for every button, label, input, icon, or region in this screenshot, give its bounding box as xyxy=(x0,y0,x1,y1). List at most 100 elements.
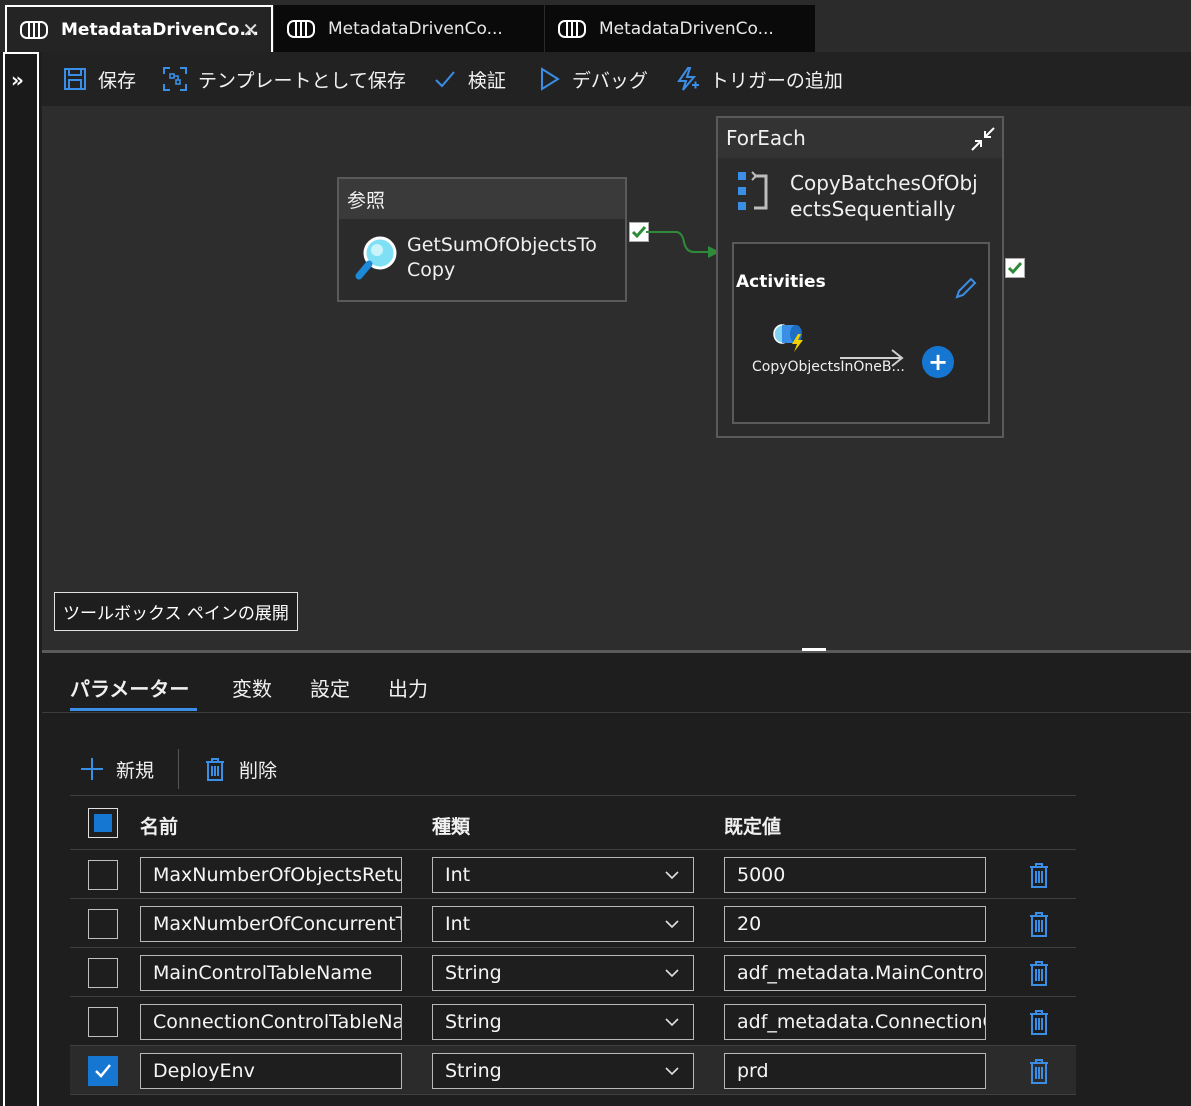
tab-variables[interactable]: 変数 xyxy=(232,673,272,702)
parameter-default-input[interactable]: adf_metadata.ConnectionCc xyxy=(724,1004,986,1040)
parameter-type-value: Int xyxy=(445,913,471,935)
parameter-type-value: String xyxy=(445,1011,502,1033)
tab-label: MetadataDrivenCo... xyxy=(328,18,503,39)
validate-button[interactable]: 検証 xyxy=(432,59,506,99)
parameter-type-value: String xyxy=(445,1060,502,1082)
tab-pipeline-2[interactable]: MetadataDrivenCo... xyxy=(274,5,544,52)
trash-icon[interactable] xyxy=(1028,1009,1050,1035)
trash-icon[interactable] xyxy=(1028,862,1050,888)
row-checkbox[interactable] xyxy=(88,909,118,939)
add-trigger-label: トリガーの追加 xyxy=(709,69,843,92)
arrow-right-icon xyxy=(840,349,904,367)
delete-parameter-button[interactable]: 削除 xyxy=(203,756,277,783)
play-icon xyxy=(540,67,560,91)
save-icon xyxy=(64,68,86,90)
tab-label: MetadataDrivenCo... xyxy=(599,18,774,39)
new-parameter-button[interactable]: 新規 xyxy=(80,756,154,783)
column-header-name: 名前 xyxy=(140,816,179,838)
parameter-type-select[interactable]: String xyxy=(432,1053,694,1089)
chevron-down-icon xyxy=(665,969,679,978)
toolbox-expand-tooltip: ツールボックス ペインの展開 xyxy=(54,592,298,631)
parameter-type-select[interactable]: String xyxy=(432,955,694,991)
success-connector-arrow[interactable] xyxy=(646,226,724,266)
tab-pipeline-1[interactable]: MetadataDrivenCo... ✕ xyxy=(5,5,273,52)
template-icon xyxy=(163,67,188,91)
tab-label: MetadataDrivenCo... xyxy=(61,19,259,40)
parameter-default-input[interactable]: 5000 xyxy=(724,857,986,893)
parameter-default-input[interactable]: adf_metadata.MainControlT xyxy=(724,955,986,991)
parameter-name-input[interactable]: MainControlTableName xyxy=(140,955,402,991)
table-row[interactable]: ConnectionControlTableNar String adf_metad… xyxy=(70,997,1076,1046)
parameter-name-input[interactable]: DeployEnv xyxy=(140,1053,402,1089)
activity-name: GetSumOfObjectsToCopy xyxy=(407,234,597,281)
parameter-type-value: String xyxy=(445,962,502,984)
table-row[interactable]: DeployEnv String prd xyxy=(70,1046,1076,1095)
parameter-type-value: Int xyxy=(445,864,471,886)
trash-icon[interactable] xyxy=(1028,960,1050,986)
row-checkbox[interactable] xyxy=(88,1056,118,1086)
pipeline-icon xyxy=(287,19,315,38)
chevron-down-icon xyxy=(665,871,679,880)
active-tab-indicator xyxy=(70,708,197,711)
parameter-type-select[interactable]: Int xyxy=(432,906,694,942)
table-row[interactable]: MainControlTableName String adf_metadata.M… xyxy=(70,948,1076,997)
pipeline-canvas[interactable]: 参照 GetSumOfObjectsToCopy ForEach CopyBat… xyxy=(42,106,1191,650)
chevron-down-icon xyxy=(665,920,679,929)
parameter-type-select[interactable]: Int xyxy=(432,857,694,893)
success-output-check[interactable] xyxy=(1005,258,1025,278)
save-button[interactable]: 保存 xyxy=(62,59,136,99)
tab-pipeline-3[interactable]: MetadataDrivenCo... xyxy=(545,5,815,52)
close-tab-icon[interactable]: ✕ xyxy=(242,18,259,42)
foreach-loop-icon xyxy=(738,171,768,210)
parameter-default-input[interactable]: 20 xyxy=(724,906,986,942)
tab-output[interactable]: 出力 xyxy=(388,673,428,702)
factory-resources-rail: » xyxy=(3,52,39,1106)
foreach-inner-activities[interactable]: Activities CopyObjectsInOneB... + xyxy=(732,242,990,424)
properties-panel: パラメーター 変数 設定 出力 新規 削除 名前 種類 既定値 MaxNumbe… xyxy=(42,653,1191,1106)
trash-icon xyxy=(206,758,225,781)
row-checkbox[interactable] xyxy=(88,1007,118,1037)
lookup-activity[interactable]: 参照 GetSumOfObjectsToCopy xyxy=(337,177,627,302)
pencil-icon[interactable] xyxy=(954,276,978,300)
trash-icon[interactable] xyxy=(1028,911,1050,937)
foreach-activity[interactable]: ForEach CopyBatchesOfObjectsSequentially… xyxy=(716,116,1004,438)
row-checkbox[interactable] xyxy=(88,958,118,988)
lookup-magnifier-icon xyxy=(355,236,397,280)
save-as-template-button[interactable]: テンプレートとして保存 xyxy=(162,59,406,99)
parameter-name-input[interactable]: ConnectionControlTableNar xyxy=(140,1004,402,1040)
collapse-icon[interactable] xyxy=(970,126,996,152)
save-as-template-label: テンプレートとして保存 xyxy=(198,69,406,92)
copy-data-icon xyxy=(773,324,803,352)
select-all-checkbox[interactable] xyxy=(88,808,118,838)
checkmark-icon xyxy=(435,71,455,88)
trash-icon[interactable] xyxy=(1028,1058,1050,1084)
debug-label: デバッグ xyxy=(571,69,648,92)
expand-panel-icon[interactable]: » xyxy=(11,68,24,92)
debug-button[interactable]: デバッグ xyxy=(536,59,648,99)
parameters-table: 名前 種類 既定値 MaxNumberOfObjectsRetur Int 5000… xyxy=(70,795,1076,1095)
pipeline-icon xyxy=(558,19,586,38)
chevron-down-icon xyxy=(665,1018,679,1027)
add-activity-button[interactable]: + xyxy=(922,346,954,378)
parameter-default-input[interactable]: prd xyxy=(724,1053,986,1089)
tab-parameters[interactable]: パラメーター xyxy=(70,673,189,702)
row-checkbox[interactable] xyxy=(88,860,118,890)
parameter-type-select[interactable]: String xyxy=(432,1004,694,1040)
inner-activities-title: Activities xyxy=(736,272,826,292)
table-row[interactable]: MaxNumberOfObjectsRetur Int 5000 xyxy=(70,850,1076,899)
tab-settings[interactable]: 設定 xyxy=(310,673,350,702)
parameter-name-input[interactable]: MaxNumberOfObjectsRetur xyxy=(140,857,402,893)
chevron-down-icon xyxy=(665,1067,679,1076)
delete-label: 削除 xyxy=(239,759,278,782)
new-label: 新規 xyxy=(116,759,155,782)
parameter-name-input[interactable]: MaxNumberOfConcurrentTa xyxy=(140,906,402,942)
toolbar-divider xyxy=(178,749,180,789)
splitter-grip[interactable] xyxy=(802,648,826,651)
table-row[interactable]: MaxNumberOfConcurrentTa Int 20 xyxy=(70,899,1076,948)
inner-activity-name: CopyObjectsInOneB... xyxy=(752,359,905,375)
activity-type-label: 参照 xyxy=(339,179,625,219)
add-trigger-button[interactable]: トリガーの追加 xyxy=(674,59,843,99)
checkmark-icon xyxy=(1007,262,1023,275)
parameter-actions: 新規 削除 xyxy=(80,749,277,789)
validate-label: 検証 xyxy=(467,69,506,92)
